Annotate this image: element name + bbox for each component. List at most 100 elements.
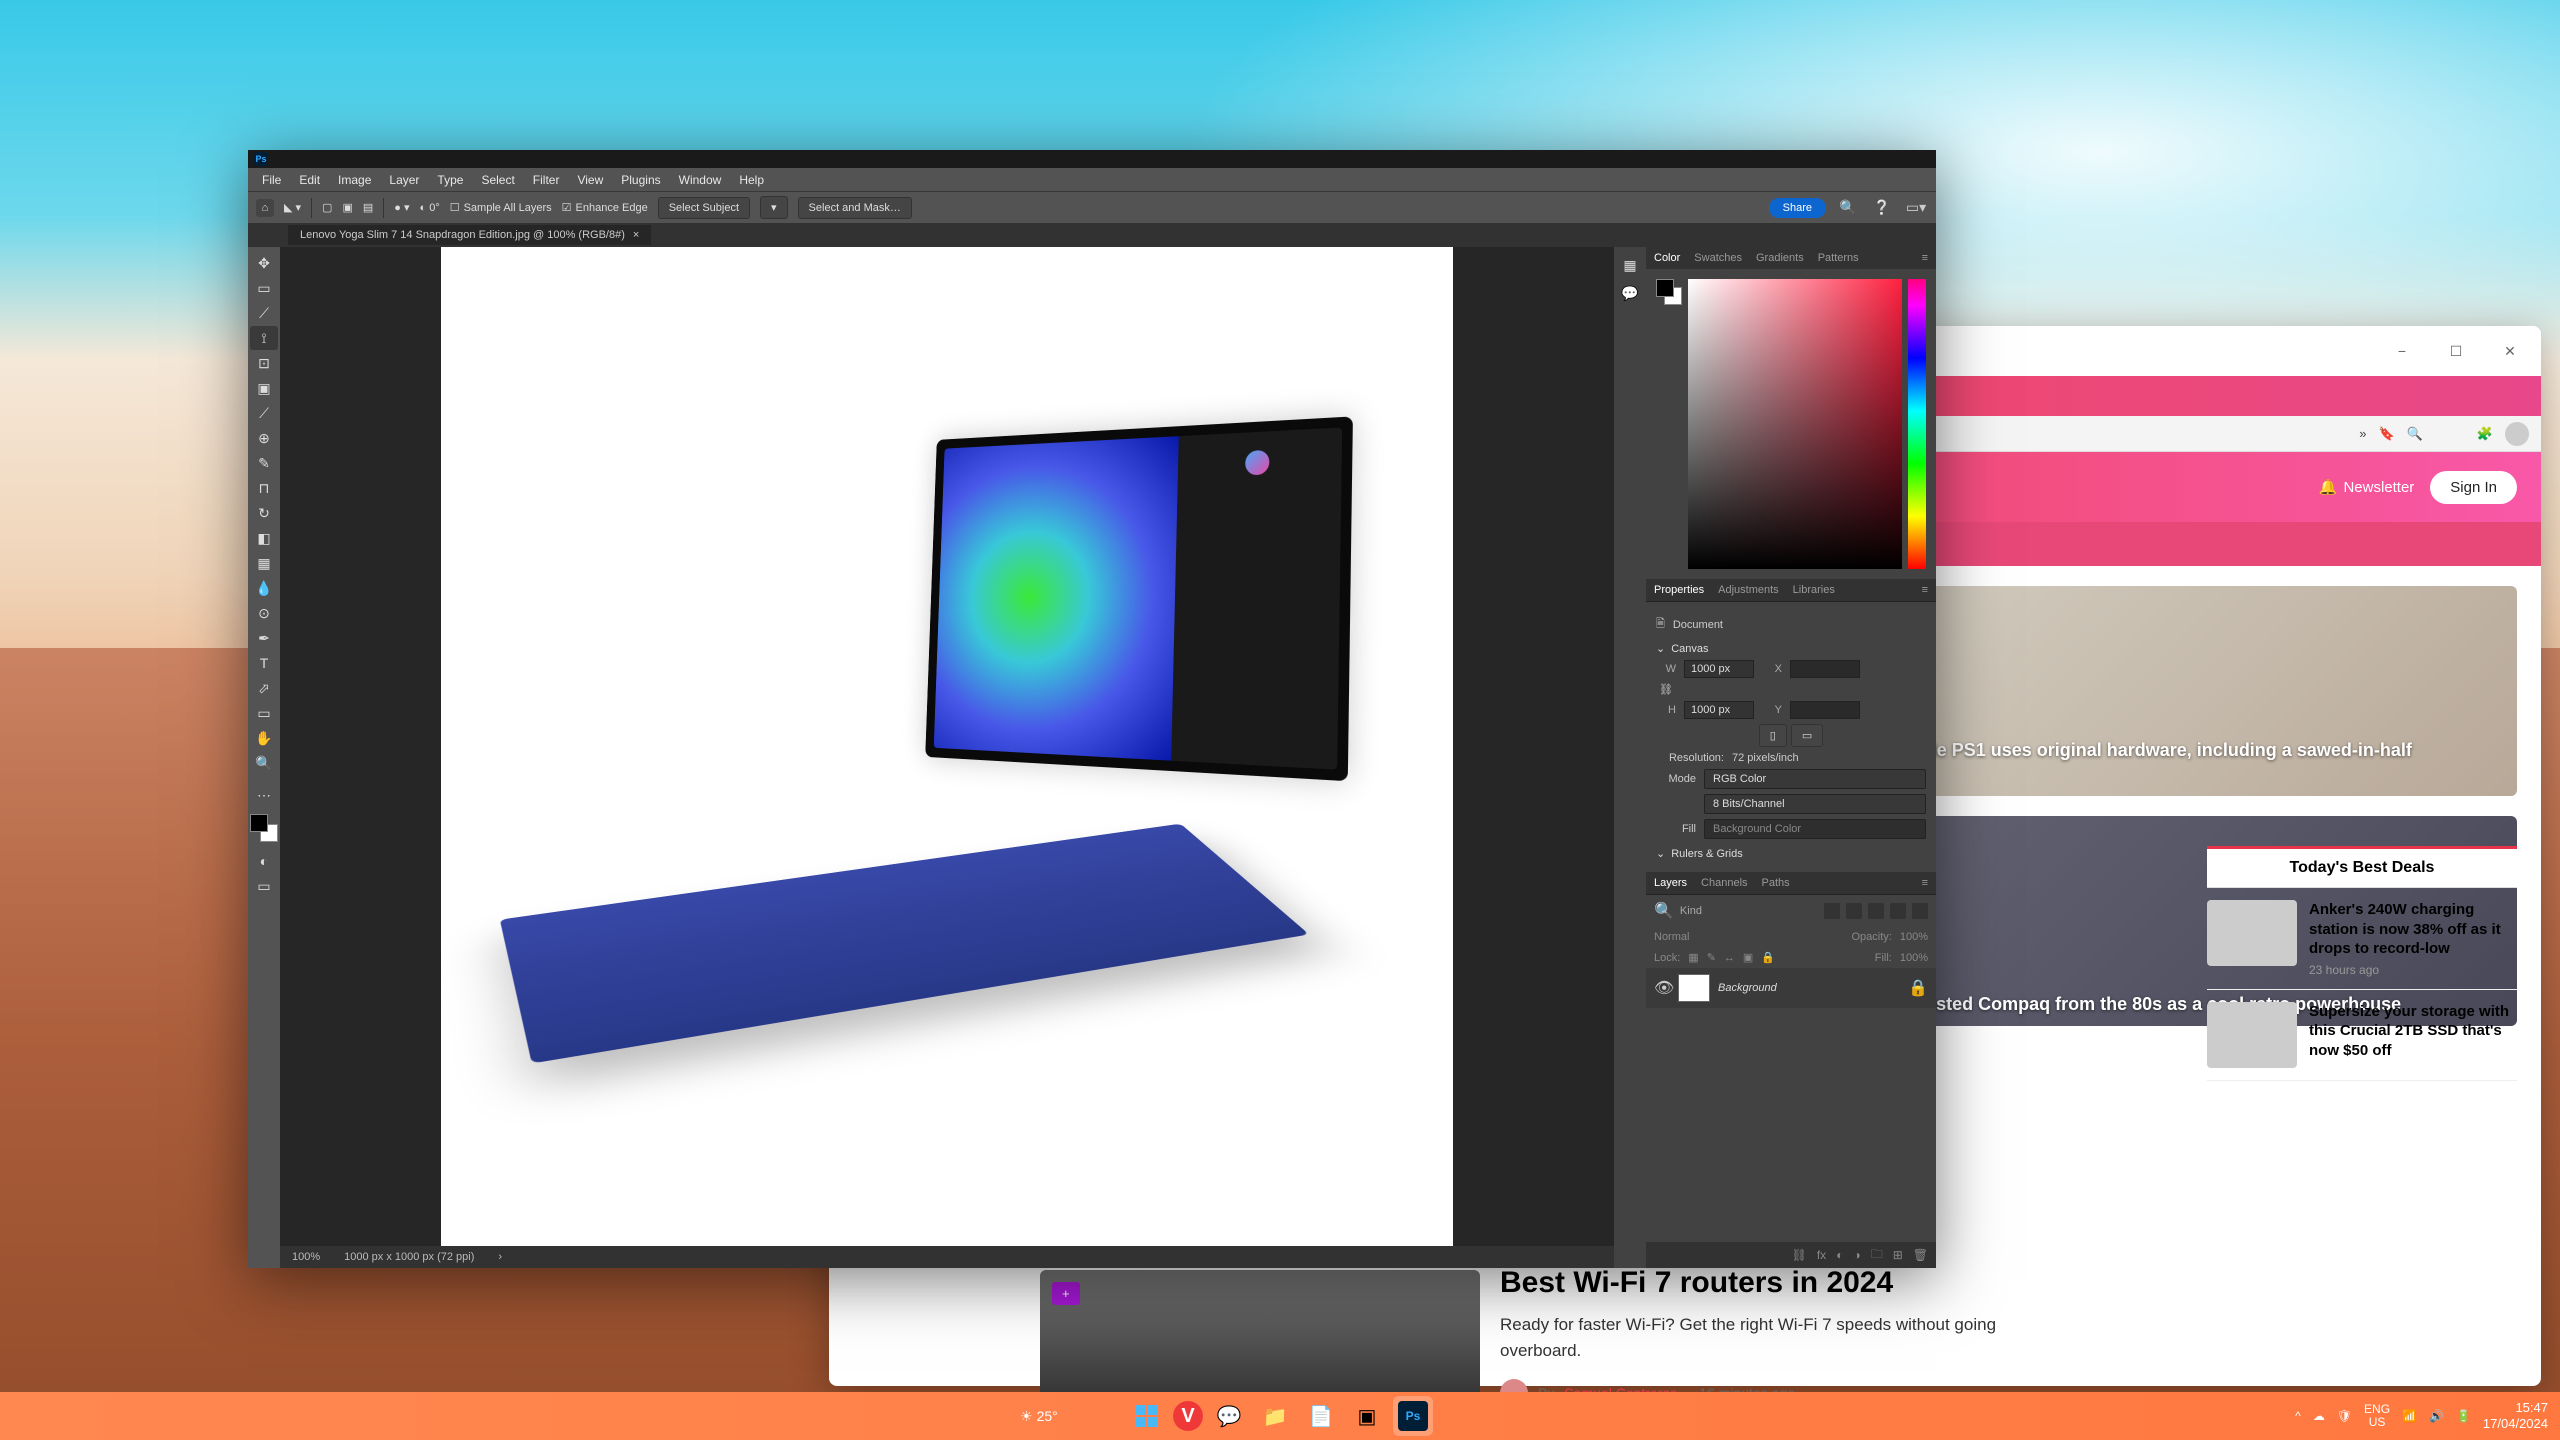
pen-tool-icon[interactable]: ✒ [250,626,278,650]
delete-layer-icon[interactable]: 🗑 [1913,1248,1928,1262]
type-tool-icon[interactable]: T [250,651,278,675]
fx-icon[interactable]: fx [1817,1248,1826,1262]
fill-select[interactable]: Background Color [1704,819,1926,839]
y-input[interactable] [1790,701,1860,719]
filter-shape-icon[interactable] [1890,903,1906,919]
language-indicator[interactable]: ENGUS [2364,1403,2390,1429]
document-canvas[interactable] [441,247,1453,1246]
lock-icon[interactable]: 🔒 [1908,978,1928,998]
search-icon[interactable]: 🔍 [1654,901,1674,921]
deal-item[interactable]: Supersize your storage with this Crucial… [2207,990,2517,1081]
dodge-tool-icon[interactable]: ⊙ [250,601,278,625]
article-hero-image[interactable]: + [1040,1270,1480,1400]
workspace-icon[interactable]: ▭▾ [1904,196,1928,220]
minimize-button[interactable]: − [2379,335,2425,367]
signin-button[interactable]: Sign In [2430,471,2517,504]
healing-tool-icon[interactable]: ⊕ [250,426,278,450]
tool-dropdown-icon[interactable]: ◣ ▾ [284,201,301,214]
search-icon[interactable]: 🔍 [1836,196,1860,220]
lock-all-icon[interactable]: 🔒 [1761,951,1775,964]
clock[interactable]: 15:47 17/04/2024 [2483,1400,2548,1431]
saturation-brightness-field[interactable] [1688,279,1902,569]
adjustment-layer-icon[interactable]: ◑ [1853,1248,1860,1262]
eyedropper-tool-icon[interactable]: ⟋ [250,401,278,425]
doc-dimensions[interactable]: 1000 px x 1000 px (72 ppi) [344,1251,474,1263]
menu-image[interactable]: Image [330,171,379,189]
menu-window[interactable]: Window [671,171,730,189]
battery-tray-icon[interactable]: 🔋 [2456,1409,2471,1423]
tab-libraries[interactable]: Libraries [1793,584,1835,596]
notepad-pinned-icon[interactable]: 📄 [1301,1396,1341,1436]
menu-view[interactable]: View [569,171,611,189]
hue-slider[interactable] [1908,279,1926,569]
lasso-tool-icon[interactable]: ⟋ [250,301,278,325]
security-tray-icon[interactable]: 🛡 [2337,1409,2352,1423]
orientation-portrait-icon[interactable]: ▯ [1759,724,1787,747]
tab-layers[interactable]: Layers [1654,877,1687,889]
menu-select[interactable]: Select [473,171,522,189]
newsletter-button[interactable]: 🔔Newsletter [2319,478,2415,496]
tab-properties[interactable]: Properties [1654,584,1704,596]
filter-adjustment-icon[interactable] [1846,903,1862,919]
panel-color-swatches[interactable] [1656,279,1682,305]
volume-tray-icon[interactable]: 🔊 [2429,1409,2444,1423]
status-arrow-icon[interactable]: › [498,1251,502,1263]
menu-help[interactable]: Help [731,171,772,189]
tab-color[interactable]: Color [1654,252,1680,264]
group-icon[interactable]: 🗀 [1871,1245,1883,1266]
menu-plugins[interactable]: Plugins [613,171,668,189]
opacity-value[interactable]: 100% [1900,931,1928,943]
lock-artboard-icon[interactable]: ▣ [1743,951,1753,964]
width-input[interactable] [1684,660,1754,678]
tray-chevron-icon[interactable]: ^ [2295,1409,2301,1423]
home-icon[interactable]: ⌂ [256,199,274,217]
tab-patterns[interactable]: Patterns [1818,252,1859,264]
visibility-eye-icon[interactable]: 👁 [1654,978,1670,998]
layer-thumbnail[interactable] [1678,974,1710,1002]
layer-row-background[interactable]: 👁 Background 🔒 [1646,968,1936,1008]
profile-avatar[interactable] [2505,422,2529,446]
crop-tool-icon[interactable]: ⊡ [250,351,278,375]
filter-pixel-icon[interactable] [1824,903,1840,919]
panel-menu-icon[interactable]: ≡ [1922,877,1928,889]
marquee-tool-icon[interactable]: ▭ [250,276,278,300]
screenmode-icon[interactable]: ▭ [250,874,278,898]
lock-brush-icon[interactable]: ✎ [1707,951,1716,964]
zoom-level[interactable]: 100% [292,1251,320,1263]
menu-edit[interactable]: Edit [291,171,328,189]
move-tool-icon[interactable]: ✥ [250,251,278,275]
lock-transparency-icon[interactable]: ▦ [1688,951,1698,964]
orientation-landscape-icon[interactable]: ▭ [1791,724,1823,747]
lock-position-icon[interactable]: ↔ [1724,952,1735,964]
photoshop-taskbar-icon[interactable]: Ps [1393,1396,1433,1436]
document-tab[interactable]: Lenovo Yoga Slim 7 14 Snapdragon Edition… [288,225,651,245]
menu-type[interactable]: Type [429,171,471,189]
brush-angle-icon[interactable]: ◐ 0° [420,202,440,214]
quickmask-icon[interactable]: ◐ [250,849,278,873]
mode-select[interactable]: RGB Color [1704,769,1926,789]
path-tool-icon[interactable]: ⬀ [250,676,278,700]
vivaldi-pinned-icon[interactable]: V [1173,1401,1203,1431]
select-subject-button[interactable]: Select Subject [658,197,750,219]
new-layer-icon[interactable]: ⊞ [1893,1248,1903,1262]
history-brush-icon[interactable]: ↻ [250,501,278,525]
selection-mode-new-icon[interactable]: ▢ [322,201,332,214]
canvas-viewport[interactable] [280,247,1614,1246]
eraser-tool-icon[interactable]: ◧ [250,526,278,550]
brush-tool-icon[interactable]: ✎ [250,451,278,475]
layer-name[interactable]: Background [1718,982,1777,994]
collapsed-panel-icon[interactable]: 💬 [1616,281,1644,305]
search-icon[interactable]: 🔍 [2407,426,2423,442]
foreground-color-swatch[interactable] [250,814,268,832]
props-canvas-header[interactable]: ⌄Canvas [1656,642,1926,655]
select-and-mask-button[interactable]: Select and Mask… [798,197,912,219]
select-subject-dropdown-icon[interactable]: ▾ [760,196,788,219]
fill-opacity-value[interactable]: 100% [1900,952,1928,964]
ps-titlebar[interactable]: Ps [248,150,1936,168]
collapsed-panel-icon[interactable]: ▦ [1616,253,1644,277]
share-button[interactable]: Share [1769,198,1826,218]
blend-mode-select[interactable]: Normal [1654,931,1689,943]
foreground-background-colors[interactable] [250,814,278,842]
menu-layer[interactable]: Layer [381,171,427,189]
tab-paths[interactable]: Paths [1762,877,1790,889]
